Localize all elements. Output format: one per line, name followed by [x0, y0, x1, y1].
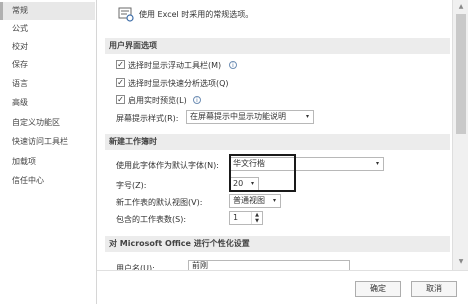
quick-analysis-label: 选择时显示快速分析选项(Q) — [128, 79, 229, 88]
default-view-label: 新工作表的默认视图(V): — [116, 198, 203, 207]
cancel-button[interactable]: 取消 — [411, 281, 457, 297]
info-icon[interactable]: i — [193, 96, 201, 104]
sheet-count-value: 1 — [233, 213, 239, 222]
scrollbar-thumb[interactable] — [456, 14, 466, 134]
ui-options-header: 用户界面选项 — [105, 38, 450, 54]
spinner-icon[interactable]: ▲ ▼ — [251, 212, 262, 224]
sidebar-item-proofing[interactable]: 校对 — [0, 38, 95, 56]
screentip-style-select[interactable]: 在屏幕提示中显示功能说明 ▾ — [186, 110, 314, 124]
screentip-style-value: 在屏幕提示中显示功能说明 — [190, 112, 286, 121]
scroll-down-icon[interactable]: ▼ — [456, 257, 466, 267]
new-workbook-header: 新建工作簿时 — [105, 134, 450, 150]
scroll-up-icon[interactable]: ▲ — [456, 2, 466, 12]
default-view-value: 普通视图 — [233, 196, 265, 205]
sidebar-item-advanced[interactable]: 高级 — [0, 94, 95, 112]
chevron-down-icon: ▾ — [375, 160, 379, 167]
personalize-header: 对 Microsoft Office 进行个性化设置 — [105, 236, 450, 252]
sidebar-item-language[interactable]: 语言 — [0, 75, 95, 93]
sidebar-item-addins[interactable]: 加载项 — [0, 153, 95, 171]
highlight-annotation — [229, 154, 296, 192]
live-preview-checkbox[interactable]: ✓ — [116, 95, 125, 104]
live-preview-label: 启用实时预览(L) — [128, 96, 187, 105]
info-icon[interactable]: i — [229, 61, 237, 69]
default-view-select[interactable]: 普通视图 ▾ — [229, 194, 281, 208]
username-value: 前刚 — [192, 261, 208, 270]
chevron-down-icon: ▾ — [305, 113, 309, 120]
default-font-label: 使用此字体作为默认字体(N): — [116, 161, 219, 170]
sidebar-item-quick-access-toolbar[interactable]: 快速访问工具栏 — [0, 133, 95, 151]
font-size-label: 字号(Z): — [116, 181, 147, 190]
spin-down-icon[interactable]: ▼ — [252, 218, 262, 224]
chevron-down-icon: ▾ — [272, 197, 276, 204]
floating-toolbar-checkbox[interactable]: ✓ — [116, 60, 125, 69]
sidebar-item-general[interactable]: 常规 — [0, 2, 95, 20]
ok-button[interactable]: 确定 — [355, 281, 401, 297]
sidebar-item-trust-center[interactable]: 信任中心 — [0, 172, 95, 190]
floating-toolbar-label: 选择时显示浮动工具栏(M) — [128, 61, 222, 70]
dialog-footer: 确定 取消 — [97, 270, 468, 305]
sidebar-item-save[interactable]: 保存 — [0, 56, 95, 74]
vertical-scrollbar[interactable]: ▲ ▼ — [452, 0, 468, 270]
options-general-icon — [118, 7, 134, 22]
quick-analysis-checkbox[interactable]: ✓ — [116, 78, 125, 87]
sheet-count-stepper[interactable]: 1 ▲ ▼ — [229, 211, 263, 225]
sheet-count-label: 包含的工作表数(S): — [116, 215, 187, 224]
sidebar-item-formulas[interactable]: 公式 — [0, 20, 95, 38]
screentip-style-label: 屏幕提示样式(R): — [116, 114, 179, 123]
options-sidebar: 常规 公式 校对 保存 语言 高级 自定义功能区 快速访问工具栏 加载项 信任中… — [0, 0, 97, 304]
intro-text: 使用 Excel 时采用的常规选项。 — [139, 10, 254, 19]
sidebar-item-customize-ribbon[interactable]: 自定义功能区 — [0, 114, 95, 132]
